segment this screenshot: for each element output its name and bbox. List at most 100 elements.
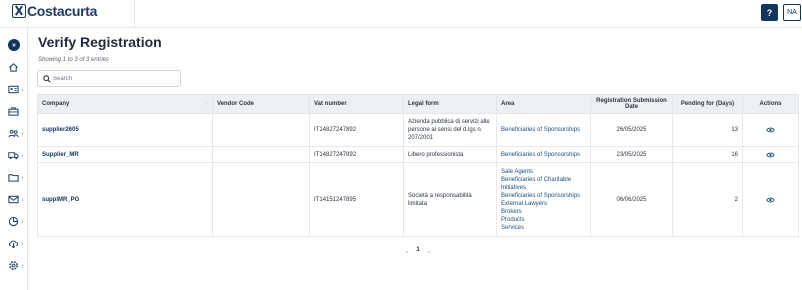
area-link[interactable]: Beneficiaries of Sponsorships (501, 151, 586, 159)
table-row: supplier2605 IT14827247892 Azienda pubbl… (37, 113, 799, 147)
column-label: Area (501, 101, 515, 107)
column-header-area[interactable]: Area (496, 94, 591, 114)
search-box (37, 70, 181, 87)
view-button[interactable] (747, 197, 794, 203)
column-header-pending-days[interactable]: Pending for (Days) (672, 94, 743, 114)
users-icon (8, 129, 19, 138)
area-cell: Sale Agents Beneficiaries of Charitable … (496, 162, 591, 237)
chevron-right-icon: › (21, 195, 24, 204)
pending-days-cell: 2 (672, 162, 743, 237)
sidebar-item-work[interactable] (0, 105, 28, 119)
chevron-right-icon: › (21, 129, 24, 138)
view-button[interactable] (747, 152, 794, 158)
actions-cell (742, 162, 799, 237)
actions-cell (742, 113, 799, 147)
area-link[interactable]: Beneficiaries of Charitable Initiatives (501, 176, 586, 192)
area-link[interactable]: Services (501, 224, 586, 232)
help-button[interactable]: ? (761, 4, 778, 21)
pagination-current-page[interactable]: 1 (410, 247, 426, 257)
view-button[interactable] (747, 127, 794, 133)
eye-icon (766, 127, 775, 133)
vendor-code-cell (212, 113, 310, 147)
search-input[interactable] (53, 73, 173, 84)
pending-days-cell: 16 (672, 146, 743, 163)
gear-icon (9, 261, 18, 270)
chevron-right-icon: › (21, 261, 24, 270)
area-link[interactable]: External Lawyers (501, 200, 586, 208)
logo-mark-icon (12, 4, 26, 18)
chevron-right-icon: › (21, 151, 24, 160)
submission-date-cell: 06/06/2025 (590, 162, 673, 237)
top-bar: Costacurta ? NA (0, 0, 802, 28)
vat-cell: IT14827247892 (309, 113, 404, 147)
column-header-company[interactable]: Company ↑ (37, 94, 213, 114)
home-icon (9, 63, 18, 72)
vendor-code-cell (212, 162, 310, 237)
company-cell[interactable]: Supplier_MR (37, 146, 213, 163)
legal-form-cell: Società a responsabilità limitata (403, 162, 497, 237)
folder-icon (8, 174, 19, 182)
table-row: Supplier_MR IT14827247892 Libero profess… (37, 146, 799, 163)
column-header-legal-form[interactable]: Legal form (403, 94, 497, 114)
area-link[interactable]: Sale Agents (501, 168, 586, 176)
vat-cell: IT14827247892 (309, 146, 404, 163)
column-label: Actions (759, 101, 782, 107)
vendor-code-cell (212, 146, 310, 163)
sidebar-item-settings[interactable]: › (0, 259, 28, 273)
company-cell[interactable]: supplier2605 (37, 113, 213, 147)
column-label: Legal form (408, 101, 439, 107)
chevron-right-icon: › (21, 85, 24, 94)
area-cell: Beneficiaries of Sponsorships (496, 146, 591, 163)
pager-previous[interactable] (406, 251, 408, 253)
area-link[interactable]: Products (501, 216, 586, 224)
column-header-vendor-code[interactable]: Vendor Code (212, 94, 310, 114)
cloud-download-icon (8, 240, 19, 249)
expand-sidebar-button[interactable]: » (8, 39, 20, 51)
company-cell[interactable]: supplMR_PG (37, 162, 213, 237)
pending-days-cell: 13 (672, 113, 743, 147)
brand-logo[interactable]: Costacurta (12, 3, 97, 19)
sidebar-item-documents[interactable]: › (0, 171, 28, 185)
sidebar-item-users[interactable]: › (0, 127, 28, 141)
sidebar-item-registry[interactable]: › (0, 83, 28, 97)
area-link[interactable]: Beneficiaries of Sponsorships (501, 126, 586, 134)
sidebar: » › › › › › › › › (0, 28, 28, 290)
legal-form-cell: Libero professionista (403, 146, 497, 163)
chevron-right-icon: › (21, 239, 24, 248)
column-label: Pending for (Days) (680, 101, 735, 107)
area-link[interactable]: Brokers (501, 208, 586, 216)
topbar-divider (134, 0, 135, 28)
page-title: Verify Registration (38, 34, 162, 50)
area-cell: Beneficiaries of Sponsorships (496, 113, 591, 147)
eye-icon (766, 152, 775, 157)
sidebar-item-logistics[interactable]: › (0, 149, 28, 163)
brand-name: Costacurta (27, 3, 98, 19)
column-header-submission-date[interactable]: Registration Submission Date (590, 94, 673, 114)
legal-form-cell: Azienda pubblica di servizi alle persone… (403, 113, 497, 147)
pager-next[interactable] (428, 251, 430, 253)
table-header-row: Company ↑ Vendor Code Vat number Legal fo… (37, 94, 799, 114)
mail-icon (8, 195, 19, 204)
sidebar-item-downloads[interactable]: › (0, 237, 28, 251)
id-card-icon (8, 85, 19, 94)
sidebar-item-home[interactable] (0, 61, 28, 75)
user-avatar[interactable]: NA (783, 4, 801, 21)
column-header-vat-number[interactable]: Vat number (309, 94, 404, 114)
column-label: Vat number (314, 101, 347, 107)
chevron-right-icon: › (21, 173, 24, 182)
column-label: Registration Submission Date (596, 98, 667, 110)
area-link[interactable]: Beneficiaries of Sponsorships (501, 192, 586, 200)
actions-cell (742, 146, 799, 163)
sidebar-item-messages[interactable]: › (0, 193, 28, 207)
sort-icon[interactable]: ↑ (206, 101, 209, 107)
chart-icon (8, 216, 19, 227)
sidebar-item-reports[interactable]: › (0, 215, 28, 229)
submission-date-cell: 26/05/2025 (590, 113, 673, 147)
eye-icon (766, 197, 775, 202)
column-header-actions: Actions (742, 94, 799, 114)
search-icon (43, 75, 51, 83)
vat-cell: IT14151247895 (309, 162, 404, 237)
chevron-right-icon: › (21, 217, 24, 226)
column-label: Company (42, 101, 70, 107)
truck-icon (8, 152, 19, 160)
